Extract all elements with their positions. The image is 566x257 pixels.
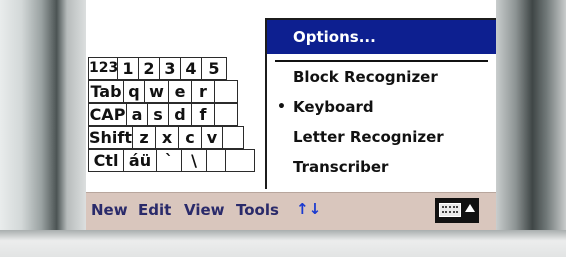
- key-x[interactable]: x: [155, 126, 179, 149]
- key-s[interactable]: s: [147, 103, 169, 126]
- key-v[interactable]: v: [201, 126, 223, 149]
- key-5[interactable]: 5: [201, 57, 227, 80]
- keyboard-row-4: Shift z x c v: [88, 126, 254, 149]
- menu-item-label: Block Recognizer: [293, 68, 438, 86]
- input-method-menu: Options... Block Recognizer • Keyboard L…: [265, 18, 496, 189]
- key-tab[interactable]: Tab: [88, 80, 124, 103]
- device-bezel-left: [0, 0, 86, 257]
- key-t[interactable]: [214, 80, 238, 103]
- device-bezel-right: [496, 0, 566, 257]
- key-down[interactable]: [206, 149, 226, 172]
- key-2[interactable]: 2: [138, 57, 160, 80]
- menu-item-options[interactable]: Options...: [267, 20, 496, 54]
- key-ctl[interactable]: Ctl: [88, 149, 124, 172]
- key-shift[interactable]: Shift: [88, 126, 133, 149]
- keyboard-row-5: Ctl áü ` \: [88, 149, 255, 172]
- menubar-edit[interactable]: Edit: [138, 201, 171, 219]
- device-screen: 123 1 2 3 4 5 Tab q w e r CAP a s d f Sh…: [86, 0, 496, 230]
- keyboard-row-2: Tab q w e r: [88, 80, 254, 103]
- soft-keyboard: 123 1 2 3 4 5 Tab q w e r CAP a s d f Sh…: [88, 57, 255, 172]
- menubar-new[interactable]: New: [91, 201, 128, 219]
- keyboard-row-1: 123 1 2 3 4 5: [88, 57, 254, 80]
- key-g[interactable]: [214, 103, 238, 126]
- menu-item-keyboard[interactable]: • Keyboard: [267, 92, 496, 122]
- key-backslash[interactable]: \: [181, 149, 207, 172]
- key-1[interactable]: 1: [117, 57, 139, 80]
- key-backtick[interactable]: `: [156, 149, 182, 172]
- key-a[interactable]: a: [126, 103, 148, 126]
- keyboard-row-3: CAP a s d f: [88, 103, 254, 126]
- menubar-view[interactable]: View: [184, 201, 225, 219]
- key-r[interactable]: r: [191, 80, 215, 103]
- selected-bullet-icon: •: [277, 99, 286, 115]
- menubar-tools[interactable]: Tools: [236, 201, 279, 219]
- device-bezel-bottom: [0, 230, 566, 257]
- sync-arrows-icon: ↑↓: [296, 200, 322, 218]
- key-caps[interactable]: CAP: [88, 103, 127, 126]
- input-panel-button[interactable]: [435, 198, 479, 223]
- key-d[interactable]: d: [168, 103, 192, 126]
- menu-item-label: Keyboard: [293, 98, 374, 116]
- keyboard-icon: [439, 203, 461, 217]
- key-c[interactable]: c: [178, 126, 202, 149]
- key-accents[interactable]: áü: [123, 149, 157, 172]
- menu-item-label: Letter Recognizer: [293, 128, 444, 146]
- key-f[interactable]: f: [191, 103, 215, 126]
- key-q[interactable]: q: [123, 80, 145, 103]
- menu-item-transcriber[interactable]: Transcriber: [267, 152, 496, 182]
- menu-item-block-recognizer[interactable]: Block Recognizer: [267, 62, 496, 92]
- key-3[interactable]: 3: [159, 57, 181, 80]
- key-z[interactable]: z: [132, 126, 156, 149]
- bottom-menu-bar: New Edit View Tools ↑↓: [86, 192, 496, 230]
- key-up[interactable]: [225, 149, 255, 172]
- menu-item-label: Transcriber: [293, 158, 389, 176]
- triangle-up-icon[interactable]: [465, 204, 475, 212]
- key-e[interactable]: e: [168, 80, 192, 103]
- menu-item-letter-recognizer[interactable]: Letter Recognizer: [267, 122, 496, 152]
- key-b[interactable]: [222, 126, 244, 149]
- key-w[interactable]: w: [144, 80, 169, 103]
- key-4[interactable]: 4: [180, 57, 202, 80]
- key-123[interactable]: 123: [88, 57, 118, 80]
